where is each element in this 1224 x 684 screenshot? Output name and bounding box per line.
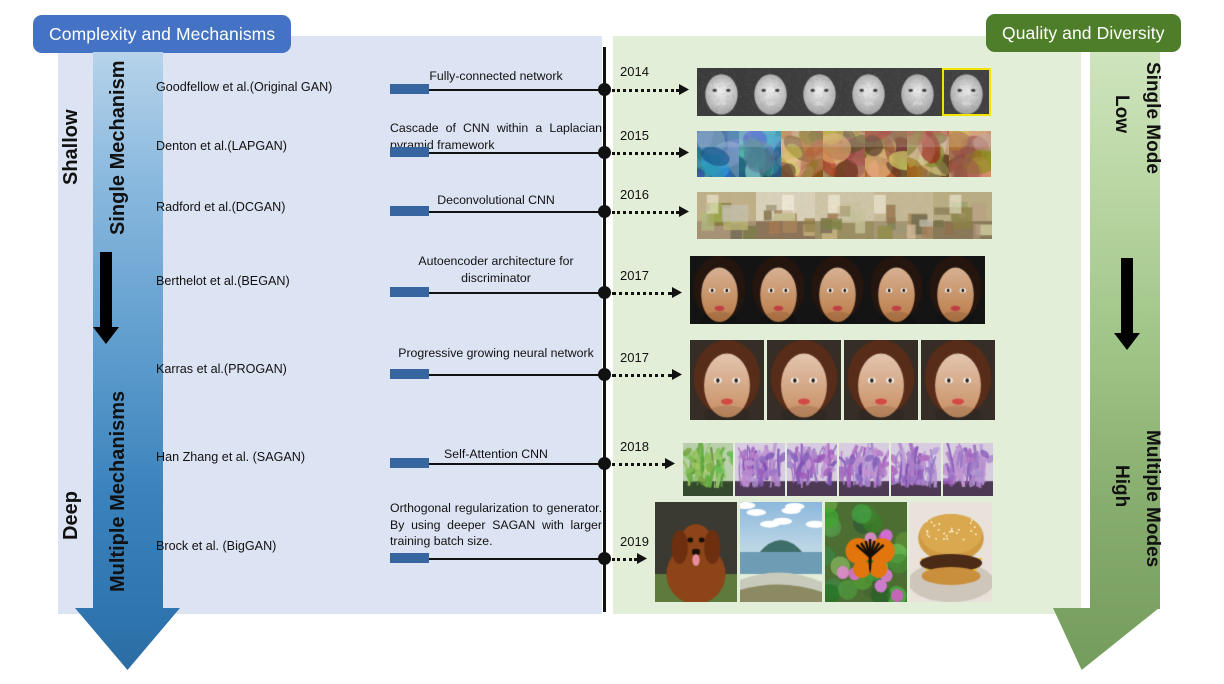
paper-author-label: Radford et al.(DCGAN) — [156, 200, 286, 214]
year-dotted-connector — [612, 463, 665, 466]
quality-axis-bottom-group: Multiple Modes — [1142, 430, 1163, 568]
method-bar-marker — [390, 553, 429, 563]
paper-author-label: Berthelot et al.(BEGAN) — [156, 274, 290, 288]
year-dotted-connector — [612, 152, 679, 155]
paper-author-label: Karras et al.(PROGAN) — [156, 362, 287, 376]
sample-image — [942, 68, 991, 116]
diagram-canvas: Complexity and Mechanisms Quality and Di… — [0, 0, 1224, 684]
sample-image — [910, 502, 992, 602]
sample-image — [933, 192, 992, 239]
quality-axis-top-label: Low — [1111, 95, 1132, 133]
sample-image — [926, 256, 985, 324]
paper-author-label: Denton et al.(LAPGAN) — [156, 139, 287, 153]
sample-image — [823, 131, 865, 177]
year-dotted-connector — [612, 211, 679, 214]
method-description: Orthogonal regularization to generator. … — [390, 501, 602, 549]
sample-image-strip — [690, 340, 996, 420]
complexity-axis-bottom-label: Deep — [60, 491, 82, 540]
quality-axis-bottom-label: High — [1111, 465, 1132, 508]
year-label: 2017 — [620, 268, 649, 283]
sample-image — [949, 131, 991, 177]
sample-image — [697, 68, 746, 116]
paper-author-label: Goodfellow et al.(Original GAN) — [156, 80, 333, 94]
sample-image — [921, 340, 995, 420]
year-dotted-connector — [612, 292, 672, 295]
left-header-label: Complexity and Mechanisms — [49, 23, 276, 44]
sample-image — [808, 256, 867, 324]
year-label: 2019 — [620, 534, 649, 549]
sample-image — [655, 502, 737, 602]
sample-image — [865, 131, 907, 177]
sample-image — [839, 443, 889, 496]
sample-image — [874, 192, 933, 239]
year-label: 2015 — [620, 128, 649, 143]
paper-author-label: Brock et al. (BigGAN) — [156, 539, 277, 553]
sample-image — [739, 131, 781, 177]
sample-image — [683, 443, 733, 496]
year-dotted-connector — [612, 558, 637, 561]
sample-image-strip — [683, 443, 993, 496]
sample-image — [746, 68, 795, 116]
year-label: 2018 — [620, 439, 649, 454]
sample-image-strip — [655, 502, 993, 602]
paper-author-label: Han Zhang et al. (SAGAN) — [156, 450, 306, 464]
sample-image — [690, 340, 764, 420]
sample-image — [767, 340, 841, 420]
method-bar-marker — [390, 84, 429, 94]
sample-image-strip — [697, 68, 993, 116]
sample-image — [756, 192, 815, 239]
quality-axis-top-group: Single Mode — [1142, 62, 1163, 174]
left-header-pill: Complexity and Mechanisms — [33, 15, 292, 53]
method-bar-marker — [390, 369, 429, 379]
sample-image — [697, 192, 756, 239]
sample-image — [787, 443, 837, 496]
sample-image — [690, 256, 749, 324]
complexity-axis-bottom-group: Multiple Mechanisms — [107, 390, 129, 592]
year-dotted-connector — [612, 374, 672, 377]
method-bar-marker — [390, 458, 429, 468]
sample-image — [943, 443, 993, 496]
sample-image — [907, 131, 949, 177]
sample-image — [844, 340, 918, 420]
complexity-axis-top-group: Single Mechanism — [107, 60, 129, 236]
method-bar-marker — [390, 147, 429, 157]
sample-image — [697, 131, 739, 177]
sample-image-strip — [690, 256, 986, 324]
method-description: Autoencoder architecture for discriminat… — [418, 254, 574, 285]
sample-image — [825, 502, 907, 602]
quality-down-arrow-icon — [1114, 258, 1140, 350]
method-description: Progressive growing neural network — [398, 346, 594, 360]
method-bar-marker — [390, 206, 429, 216]
quality-axis-arrowhead-icon — [1053, 608, 1159, 670]
right-header-label: Quality and Diversity — [1002, 22, 1165, 43]
year-label: 2014 — [620, 64, 649, 79]
year-dotted-connector — [612, 89, 679, 92]
sample-image-strip — [697, 131, 993, 177]
sample-image — [893, 68, 942, 116]
sample-image — [795, 68, 844, 116]
timeline-spine — [603, 47, 606, 612]
sample-image — [844, 68, 893, 116]
sample-image — [781, 131, 823, 177]
right-header-pill: Quality and Diversity — [986, 14, 1181, 52]
year-label: 2017 — [620, 350, 649, 365]
sample-image — [749, 256, 808, 324]
sample-image — [740, 502, 822, 602]
sample-image — [735, 443, 785, 496]
complexity-axis-top-label: Shallow — [60, 109, 82, 185]
sample-image — [815, 192, 874, 239]
method-bar-marker — [390, 287, 429, 297]
complexity-axis-arrowhead-icon — [75, 608, 180, 670]
complexity-down-arrow-icon — [93, 252, 119, 344]
sample-image — [891, 443, 941, 496]
sample-image — [867, 256, 926, 324]
sample-image-strip — [697, 192, 993, 239]
method-description: Fully-connected network — [429, 69, 563, 83]
year-label: 2016 — [620, 187, 649, 202]
